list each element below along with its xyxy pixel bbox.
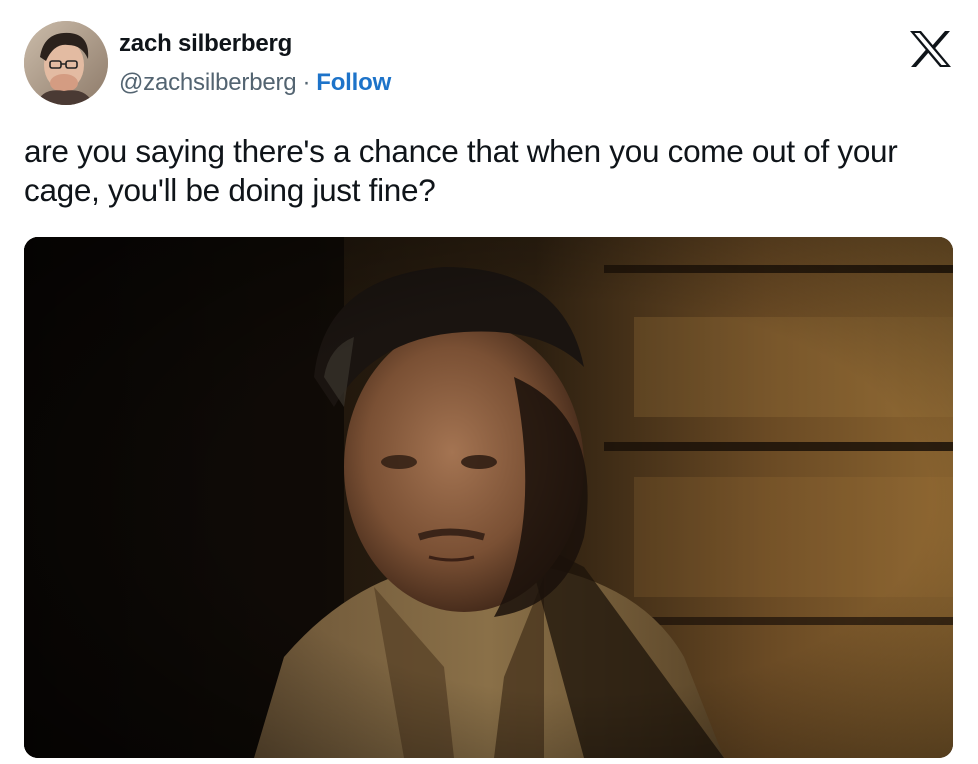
movie-still-image bbox=[24, 237, 953, 758]
follow-button[interactable]: Follow bbox=[316, 69, 391, 96]
avatar[interactable] bbox=[24, 21, 108, 105]
handle-separator: · bbox=[302, 69, 311, 96]
tweet-media[interactable] bbox=[24, 237, 953, 758]
avatar-photo bbox=[24, 21, 108, 105]
tweet-text: are you saying there's a chance that whe… bbox=[24, 133, 898, 208]
x-logo-icon[interactable] bbox=[908, 29, 953, 69]
author-display-name[interactable]: zach silberberg bbox=[119, 30, 292, 58]
author-handle[interactable]: @zachsilberberg bbox=[119, 69, 297, 96]
author-handle-row: @zachsilberberg · Follow bbox=[119, 69, 391, 97]
